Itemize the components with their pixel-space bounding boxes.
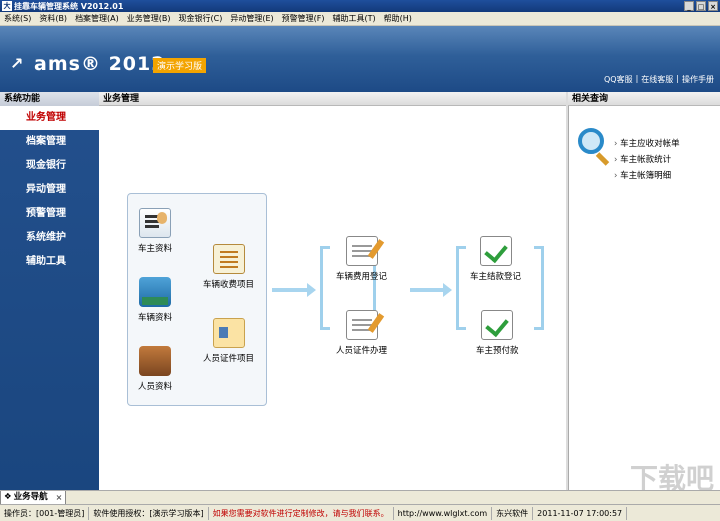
tab-label: 业务导航 bbox=[13, 492, 48, 502]
bracket-right bbox=[534, 246, 544, 330]
menu-data[interactable]: 资料(B) bbox=[35, 13, 71, 24]
magnifier-icon bbox=[578, 128, 604, 154]
sidebar-item-archive[interactable]: 档案管理 bbox=[0, 130, 99, 154]
bracket-left bbox=[456, 246, 466, 330]
flow-arrow bbox=[272, 283, 316, 297]
menu-archive[interactable]: 档案管理(A) bbox=[71, 13, 123, 24]
vehicle-data-label: 车辆资料 bbox=[138, 313, 173, 323]
owner-data-label: 车主资料 bbox=[138, 244, 173, 254]
menu-help[interactable]: 帮助(H) bbox=[380, 13, 416, 24]
sidebar-item-warning[interactable]: 预警管理 bbox=[0, 202, 99, 226]
related-query-list: 车主应收对帐单 车主帐款统计 车主帐簿明细 bbox=[614, 136, 680, 184]
link-separator: | bbox=[635, 74, 639, 83]
bracket-left bbox=[320, 246, 330, 330]
main-panel-header: 业务管理 bbox=[99, 92, 566, 106]
fee-register-label: 车辆费用登记 bbox=[336, 272, 388, 282]
edit-pad-icon bbox=[345, 310, 378, 340]
sidebar-item-tools[interactable]: 辅助工具 bbox=[0, 250, 99, 274]
sidebar-item-business[interactable]: 业务管理 bbox=[0, 106, 99, 130]
manual-link[interactable]: 操作手册 bbox=[682, 74, 714, 85]
staff-data-label: 人员资料 bbox=[138, 382, 173, 392]
window-controls: _ □ × bbox=[684, 1, 718, 11]
close-button[interactable]: × bbox=[708, 1, 718, 11]
menu-tools[interactable]: 辅助工具(T) bbox=[328, 13, 379, 24]
query-owner-statement[interactable]: 车主应收对帐单 bbox=[614, 136, 680, 152]
flow-arrow bbox=[410, 283, 452, 297]
operator-status: 操作员：[001-管理员] bbox=[0, 506, 90, 520]
related-panel-header: 相关查询 bbox=[568, 92, 720, 106]
vehicle-data-node[interactable]: 车辆资料 bbox=[138, 277, 172, 323]
app-icon: 大 bbox=[2, 1, 12, 11]
tab-business-nav[interactable]: ❖ 业务导航 × bbox=[0, 491, 66, 505]
link-separator: | bbox=[676, 74, 679, 83]
menu-system[interactable]: 系统(S) bbox=[0, 13, 35, 24]
query-owner-ledger-detail[interactable]: 车主帐簿明细 bbox=[614, 168, 680, 184]
sidebar-item-maintenance[interactable]: 系统维护 bbox=[0, 226, 99, 250]
window-title: 挂靠车辆管理系统 V2012.01 bbox=[14, 1, 124, 11]
list-icon bbox=[212, 244, 245, 274]
datetime-status: 2011-11-07 17:00:57 bbox=[533, 506, 628, 520]
cert-process-node[interactable]: 人员证件办理 bbox=[336, 310, 387, 356]
app-logo: ams® 2012 bbox=[34, 53, 166, 75]
id-card-icon bbox=[212, 318, 245, 348]
menu-change[interactable]: 异动管理(E) bbox=[226, 13, 277, 24]
minimize-button[interactable]: _ bbox=[684, 1, 694, 11]
prepay-node[interactable]: 车主预付款 bbox=[476, 310, 519, 356]
edit-pad-icon bbox=[345, 236, 378, 266]
settle-register-node[interactable]: 车主结款登记 bbox=[470, 236, 521, 282]
menu-cash-bank[interactable]: 现金银行(C) bbox=[175, 13, 227, 24]
staff-data-node[interactable]: 人员资料 bbox=[138, 346, 172, 392]
title-bar: 大 挂靠车辆管理系统 V2012.01 _ □ × bbox=[0, 0, 720, 12]
cert-process-label: 人员证件办理 bbox=[336, 346, 388, 356]
nav-icon: ❖ bbox=[4, 492, 12, 502]
tab-bar: ❖ 业务导航 × bbox=[0, 490, 720, 505]
menu-bar: 系统(S) 资料(B) 档案管理(A) 业务管理(B) 现金银行(C) 异动管理… bbox=[0, 12, 720, 26]
sidebar: 系统功能 业务管理 档案管理 现金银行 异动管理 预警管理 系统维护 辅助工具 bbox=[0, 92, 99, 490]
help-links: QQ客服 | 在线客服 | 操作手册 bbox=[604, 74, 714, 85]
fee-register-node[interactable]: 车辆费用登记 bbox=[336, 236, 387, 282]
menu-warning[interactable]: 预警管理(F) bbox=[278, 13, 329, 24]
prepay-label: 车主预付款 bbox=[476, 346, 519, 356]
license-status: 软件使用授权：[演示学习版本] bbox=[89, 506, 209, 520]
company-name: 东兴软件 bbox=[492, 506, 534, 520]
sidebar-item-change[interactable]: 异动管理 bbox=[0, 178, 99, 202]
books-icon bbox=[139, 346, 171, 376]
customization-notice: 如果您需要对软件进行定制修改，请与我们联系。 bbox=[209, 506, 394, 520]
owner-card-icon bbox=[139, 208, 171, 238]
checkbox-icon bbox=[481, 310, 514, 340]
close-icon[interactable]: × bbox=[56, 491, 63, 504]
owner-data-node[interactable]: 车主资料 bbox=[138, 208, 172, 254]
settle-register-label: 车主结款登记 bbox=[470, 272, 522, 282]
maximize-button[interactable]: □ bbox=[696, 1, 706, 11]
online-service-link[interactable]: 在线客服 bbox=[641, 74, 673, 85]
cert-items-node[interactable]: 人员证件项目 bbox=[203, 318, 254, 364]
sidebar-header: 系统功能 bbox=[0, 92, 99, 106]
logo-icon: ↗ bbox=[10, 54, 24, 73]
checkbox-icon bbox=[479, 236, 512, 266]
fee-items-label: 车辆收费项目 bbox=[203, 280, 255, 290]
status-bar: 操作员：[001-管理员] 软件使用授权：[演示学习版本] 如果您需要对软件进行… bbox=[0, 504, 720, 521]
query-owner-account-stats[interactable]: 车主帐款统计 bbox=[614, 152, 680, 168]
fee-items-node[interactable]: 车辆收费项目 bbox=[203, 244, 254, 290]
cert-items-label: 人员证件项目 bbox=[203, 354, 255, 364]
menu-business[interactable]: 业务管理(B) bbox=[123, 13, 175, 24]
edition-badge: 演示学习版 bbox=[153, 58, 207, 73]
books-icon bbox=[139, 277, 171, 307]
header-banner: ↗ ams® 2012 演示学习版 QQ客服 | 在线客服 | 操作手册 bbox=[0, 26, 720, 92]
qq-service-link[interactable]: QQ客服 bbox=[604, 74, 633, 85]
website-url[interactable]: http://www.wlglxt.com bbox=[394, 506, 493, 520]
sidebar-item-cash-bank[interactable]: 现金银行 bbox=[0, 154, 99, 178]
